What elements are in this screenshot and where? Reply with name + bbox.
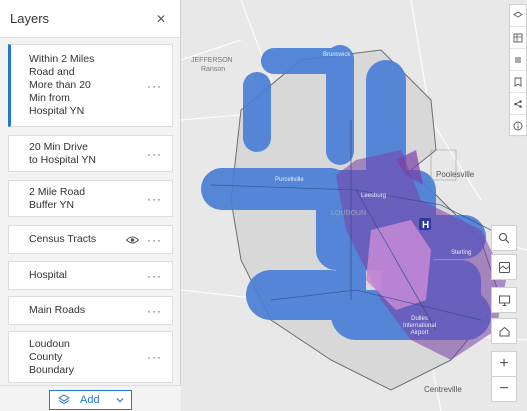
layer-item-20-min-drive[interactable]: 20 Min Drive to Hospital YN ··· xyxy=(8,135,173,172)
map-label-dulles: Dulles International Airport xyxy=(403,316,437,336)
zoom-out-button[interactable]: − xyxy=(491,376,517,402)
more-options-icon[interactable]: ··· xyxy=(147,233,162,247)
layer-label: Hospital xyxy=(29,269,67,281)
svg-text:H: H xyxy=(422,220,429,231)
add-button-label: Add xyxy=(80,394,100,406)
add-layer-button[interactable]: Add xyxy=(49,390,132,410)
panel-footer: Add xyxy=(0,385,181,411)
close-icon[interactable]: ✕ xyxy=(152,12,170,26)
layer-label: Census Tracts xyxy=(29,233,97,245)
layer-item-county-boundary[interactable]: Loudoun County Boundary ··· xyxy=(8,331,173,383)
eye-icon[interactable] xyxy=(126,235,139,244)
layer-item-main-roads[interactable]: Main Roads ··· xyxy=(8,296,173,325)
toolbar-info-icon[interactable] xyxy=(510,115,526,137)
toolbar-legend-icon[interactable] xyxy=(510,49,526,71)
home-icon[interactable] xyxy=(491,318,517,344)
more-options-icon[interactable]: ··· xyxy=(147,192,162,206)
more-options-icon[interactable]: ··· xyxy=(147,147,162,161)
more-options-icon[interactable]: ··· xyxy=(147,304,162,318)
layer-label: 20 Min Drive to Hospital YN xyxy=(29,140,96,166)
toolbar-bookmark-icon[interactable] xyxy=(510,71,526,93)
layers-panel: Layers ✕ Within 2 Miles Road and More th… xyxy=(0,0,181,411)
map-label-purcellville: Purcellville xyxy=(275,177,304,183)
layer-item-2-mile-buffer[interactable]: 2 Mile Road Buffer YN ··· xyxy=(8,180,173,217)
zoom-in-button[interactable]: + xyxy=(491,351,517,377)
map-label-leesburg: Leesburg xyxy=(361,193,387,199)
more-options-icon[interactable]: ··· xyxy=(147,350,162,364)
chevron-down-icon[interactable] xyxy=(115,395,125,405)
right-toolbar xyxy=(509,4,527,137)
layer-label: Loudoun County Boundary xyxy=(29,337,74,376)
map-view[interactable]: H JEFFERSON Ranson Brunswick Purcellvill… xyxy=(181,0,527,411)
more-options-icon[interactable]: ··· xyxy=(147,79,162,93)
map-label-ranson: Ranson xyxy=(201,66,226,73)
panel-title: Layers xyxy=(10,11,50,26)
basemap-icon[interactable] xyxy=(491,254,517,280)
layer-label: Main Roads xyxy=(29,304,86,316)
map-label-sterling: Sterling xyxy=(451,250,472,256)
layer-item-census-tracts[interactable]: Census Tracts ··· xyxy=(8,225,173,254)
layer-label: 2 Mile Road Buffer YN xyxy=(29,185,86,211)
map-label-loudoun: LOUDOUN xyxy=(331,210,367,217)
monitor-icon[interactable] xyxy=(491,287,517,313)
more-options-icon[interactable]: ··· xyxy=(147,269,162,283)
toolbar-layers-icon[interactable] xyxy=(510,5,526,27)
map-label-centreville: Centreville xyxy=(424,385,462,394)
panel-header: Layers ✕ xyxy=(0,0,180,38)
map-canvas[interactable]: H xyxy=(181,0,527,411)
layers-stack-icon xyxy=(58,394,70,405)
search-icon[interactable] xyxy=(491,225,517,251)
layer-label: Within 2 Miles Road and More than 20 Min… xyxy=(29,53,95,117)
map-label-poolesville: Poolesville xyxy=(436,170,475,179)
toolbar-table-icon[interactable] xyxy=(510,27,526,49)
layer-item-hospital[interactable]: Hospital ··· xyxy=(8,261,173,290)
map-label-brunswick: Brunswick xyxy=(323,52,351,58)
toolbar-share-icon[interactable] xyxy=(510,93,526,115)
map-label-jefferson: JEFFERSON xyxy=(191,57,233,64)
layer-item-within-2-miles[interactable]: Within 2 Miles Road and More than 20 Min… xyxy=(8,44,173,127)
